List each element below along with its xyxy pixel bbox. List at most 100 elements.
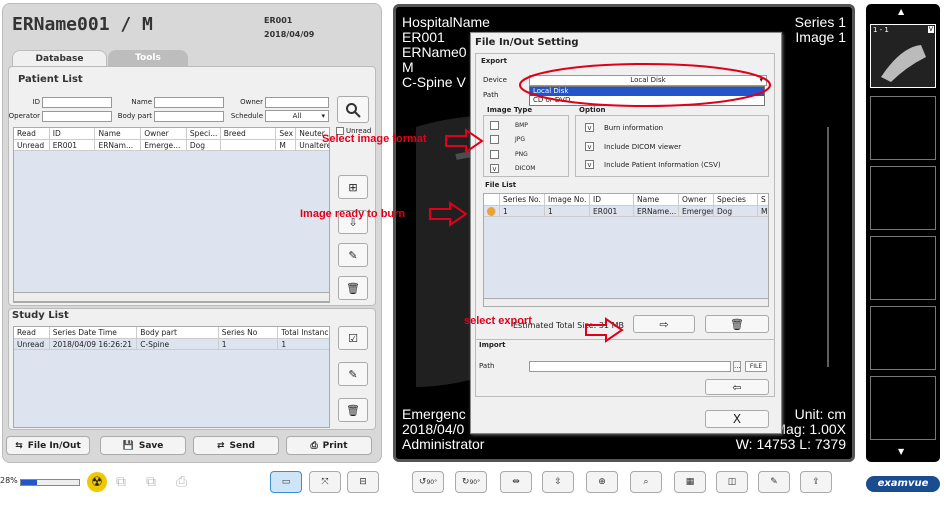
delete-file-button[interactable]: 🗑 xyxy=(705,315,769,333)
schedule-select[interactable]: All ▾ xyxy=(265,110,329,122)
study-table: Read Series Date Time Body part Series N… xyxy=(13,326,330,428)
layout-button[interactable]: ▦ xyxy=(674,471,706,493)
header-date: 2018/04/09 xyxy=(264,30,315,39)
network-icon[interactable]: ⧉ xyxy=(146,474,156,490)
thumbnail-slot[interactable] xyxy=(870,376,936,440)
column-header[interactable]: Breed xyxy=(221,128,277,139)
bmp-checkbox[interactable] xyxy=(490,121,499,130)
edit-patient-button[interactable]: ✎ xyxy=(338,243,368,267)
grid-icon: ▦ xyxy=(685,477,695,487)
search-button[interactable] xyxy=(337,96,369,123)
thumbnail-slot[interactable] xyxy=(870,166,936,230)
column-header[interactable]: Series No xyxy=(219,327,279,338)
horizontal-scrollbar[interactable] xyxy=(13,292,330,302)
dicom-viewer-checkbox[interactable]: v xyxy=(585,142,594,151)
thumbnail-slot[interactable] xyxy=(870,96,936,160)
printer-icon[interactable]: ⎙ xyxy=(176,474,187,490)
compare-button[interactable]: ⊟ xyxy=(347,471,379,493)
edit-study-button[interactable]: ✎ xyxy=(338,362,368,386)
flip-horizontal-button[interactable]: ⇹ xyxy=(500,471,532,493)
dicom-checkbox[interactable]: v xyxy=(490,164,499,173)
file-button[interactable]: FILE xyxy=(745,361,767,372)
flip-vertical-button[interactable]: ⇳ xyxy=(542,471,574,493)
browse-button[interactable]: ... xyxy=(733,361,741,372)
table-row[interactable]: Unread 2018/04/09 16:26:21 C-Spine 1 1 xyxy=(14,339,329,350)
layout-2x1-button[interactable]: ◫ xyxy=(716,471,748,493)
body-part-input[interactable] xyxy=(154,111,224,122)
brand-logo: examvue xyxy=(866,476,940,492)
zoom-button[interactable]: ⊕ xyxy=(586,471,618,493)
scroll-down-icon[interactable]: ▼ xyxy=(898,447,904,456)
delete-study-button[interactable]: 🗑 xyxy=(338,398,368,422)
column-header[interactable]: Speci... xyxy=(187,128,221,139)
column-header[interactable]: Species xyxy=(714,194,758,205)
scroll-up-icon[interactable]: ▲ xyxy=(898,7,904,16)
annotate-button[interactable]: ✎ xyxy=(758,471,790,493)
horizontal-scrollbar[interactable] xyxy=(483,298,769,307)
table-cell: M xyxy=(276,140,297,150)
file-inout-label: File In/Out xyxy=(27,440,81,451)
network-icon[interactable]: ⧉ xyxy=(116,474,126,490)
path-label: Path xyxy=(483,91,499,99)
rotate-right-button[interactable]: ↻ 90° xyxy=(455,471,487,493)
column-header[interactable]: Total Instance xyxy=(278,327,329,338)
name-input[interactable] xyxy=(154,97,224,108)
column-header[interactable]: Image No. xyxy=(545,194,590,205)
print-icon: ⎙ xyxy=(310,440,318,451)
close-button[interactable]: X xyxy=(705,410,769,428)
column-header[interactable]: Series No. xyxy=(500,194,545,205)
import-button[interactable]: ⇦ xyxy=(705,379,769,395)
tab-database[interactable]: Database xyxy=(12,50,107,67)
thumbnail-slot[interactable] xyxy=(870,236,936,300)
delete-patient-button[interactable]: 🗑 xyxy=(338,276,368,300)
magnify-button[interactable]: ⌕ xyxy=(630,471,662,493)
search-icon xyxy=(346,102,361,118)
fit-screen-button[interactable]: ⤧ xyxy=(309,471,341,493)
flip-horizontal-icon: ⇹ xyxy=(512,477,520,487)
export-image-button[interactable]: ⇪ xyxy=(800,471,832,493)
table-row[interactable]: Unread ER001 ERNam... Emerge... Dog M Un… xyxy=(14,140,329,151)
id-input[interactable] xyxy=(42,97,112,108)
file-inout-button[interactable]: ⇆ File In/Out xyxy=(6,436,90,455)
table-row[interactable]: 1 1 ER001 ERName... Emergen... Dog M xyxy=(484,206,768,217)
column-header[interactable]: Name xyxy=(95,128,142,139)
send-button[interactable]: ⇄ Send xyxy=(193,436,279,455)
owner-input[interactable] xyxy=(265,97,329,108)
study-check-button[interactable]: ☑ xyxy=(338,326,368,350)
png-checkbox[interactable] xyxy=(490,150,499,159)
tab-tools[interactable]: Tools xyxy=(108,50,188,67)
add-patient-button[interactable]: ⊞ xyxy=(338,175,368,199)
burn-info-checkbox[interactable]: v xyxy=(585,123,594,132)
rotate-left-button[interactable]: ↺ 90° xyxy=(412,471,444,493)
export-button[interactable]: ⇨ xyxy=(633,315,695,333)
operator-input[interactable] xyxy=(42,111,112,122)
flip-vertical-icon: ⇳ xyxy=(554,477,562,487)
column-header[interactable]: S xyxy=(758,194,768,205)
file-inout-dialog: File In/Out Setting Export Device Local … xyxy=(470,32,782,434)
column-header[interactable]: Name xyxy=(634,194,679,205)
column-header[interactable]: ID xyxy=(590,194,634,205)
radiation-icon[interactable]: ☢ xyxy=(87,472,107,492)
thumbnail-image xyxy=(881,45,926,82)
save-button[interactable]: 💾 Save xyxy=(100,436,186,455)
column-header[interactable]: ID xyxy=(50,128,96,139)
column-header[interactable]: Series Date Time xyxy=(50,327,138,338)
column-header[interactable]: Sex xyxy=(276,128,297,139)
column-header[interactable]: Read xyxy=(14,128,50,139)
patient-info-csv-label: Include Patient Information (CSV) xyxy=(604,161,721,169)
thumbnail-slot[interactable] xyxy=(870,306,936,370)
column-header[interactable]: Owner xyxy=(141,128,187,139)
jpg-checkbox[interactable] xyxy=(490,135,499,144)
column-header[interactable]: Body part xyxy=(137,327,219,338)
column-header[interactable]: Owner xyxy=(679,194,714,205)
checklist-icon: ☑ xyxy=(348,331,358,345)
print-button[interactable]: ⎙ Print xyxy=(286,436,372,455)
patient-info-csv-checkbox[interactable]: v xyxy=(585,160,594,169)
table-cell: ERName... xyxy=(634,206,679,216)
thumbnail-1[interactable]: 1 - 1 V xyxy=(870,24,936,88)
file-transfer-icon: ⇆ xyxy=(15,440,23,451)
import-path-input[interactable] xyxy=(529,361,731,372)
column-header[interactable]: Read xyxy=(14,327,50,338)
display-mode-button[interactable]: ▭ xyxy=(270,471,302,493)
import-path-label: Path xyxy=(479,362,495,370)
